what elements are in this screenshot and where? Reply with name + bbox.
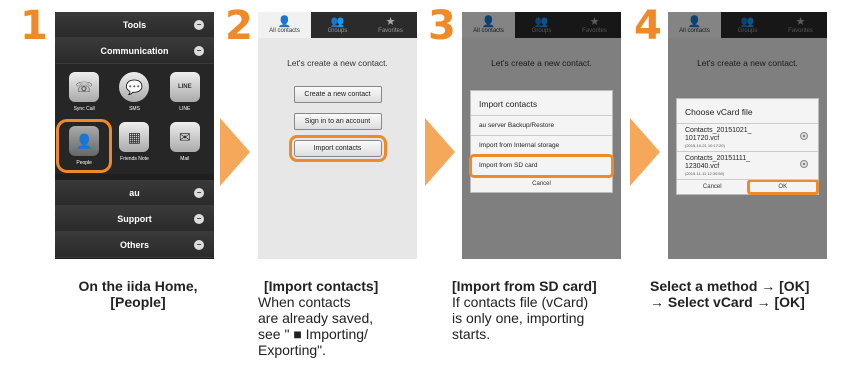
ok-button[interactable]: OK xyxy=(746,179,819,195)
screen-choose-vcard: 👤 All contacts 👥 Groups ★ Favorites Let's c… xyxy=(668,12,827,259)
person-icon: 👤 xyxy=(277,15,292,28)
vcard-file-item[interactable]: Contacts_20151111_ 123040.vcf (2015-11-1… xyxy=(677,152,818,180)
collapse-icon[interactable]: − xyxy=(194,188,204,198)
menu-au[interactable]: au − xyxy=(55,180,214,206)
step-number-2: 2 xyxy=(215,3,259,50)
step-number-1: 1 xyxy=(10,3,54,50)
collapse-icon[interactable]: − xyxy=(194,240,204,250)
screen-import-dialog: 👤 All contacts 👥 Groups ★ Favorites Let's c… xyxy=(462,12,621,259)
mail-icon: ✉ xyxy=(169,122,200,152)
tab-all-contacts[interactable]: 👤 All contacts xyxy=(258,12,311,38)
app-grid: ☏ Sync Call 💬 SMS LINE LINE 👤 People ▦ F… xyxy=(55,64,214,174)
menu-support[interactable]: Support − xyxy=(55,206,214,232)
empty-lead-text: Let's create a new contact. xyxy=(287,58,388,68)
people-icon: 👤 xyxy=(69,126,100,156)
menu-communication[interactable]: Communication − xyxy=(55,38,214,64)
next-arrow-icon xyxy=(220,118,250,186)
menu-others[interactable]: Others − xyxy=(55,232,214,258)
radio-icon[interactable] xyxy=(800,132,808,140)
step-number-3: 3 xyxy=(418,3,462,50)
app-people[interactable]: 👤 People xyxy=(55,119,113,173)
app-friends-note[interactable]: ▦ Friends Note xyxy=(109,122,159,170)
caption-step-2: [Import contacts] When contacts are alre… xyxy=(258,278,379,358)
sync-call-icon: ☏ xyxy=(69,72,100,102)
friends-note-icon: ▦ xyxy=(119,122,150,152)
star-icon: ★ xyxy=(385,15,396,28)
contacts-tabs: 👤 All contacts 👥 Groups ★ Favorites xyxy=(258,12,417,38)
dialog-title: Choose vCard file xyxy=(677,99,818,124)
collapse-icon[interactable]: − xyxy=(194,214,204,224)
option-sd-card[interactable]: Import from SD card xyxy=(469,154,614,178)
tab-groups[interactable]: 👥 Groups xyxy=(311,12,364,38)
dialog-title: Import contacts xyxy=(471,91,612,116)
line-icon: LINE xyxy=(169,72,200,102)
caption-step-1: On the iida Home, [People] xyxy=(78,278,198,310)
screen-iida-home: Tools − Communication − ☏ Sync Call 💬 SM… xyxy=(55,12,214,259)
sign-in-account-button[interactable]: Sign in to an account xyxy=(293,113,382,130)
caption-step-4: Select a method → [OK] → Select vCard → … xyxy=(650,278,810,310)
screen-contacts-empty: 👤 All contacts 👥 Groups ★ Favorites Let's c… xyxy=(258,12,417,259)
group-icon: 👥 xyxy=(330,15,345,28)
caption-step-3: [Import from SD card] If contacts file (… xyxy=(452,278,597,342)
next-arrow-icon xyxy=(630,118,660,186)
menu-tools[interactable]: Tools − xyxy=(55,12,214,38)
import-contacts-dialog: Import contacts au server Backup/Restore… xyxy=(469,90,614,193)
app-mail[interactable]: ✉ Mail xyxy=(160,122,210,170)
app-line[interactable]: LINE LINE xyxy=(160,72,210,112)
step-number-4: 4 xyxy=(624,3,668,50)
import-contacts-button[interactable]: Import contacts xyxy=(288,135,387,162)
tab-favorites[interactable]: ★ Favorites xyxy=(364,12,417,38)
vcard-file-item[interactable]: Contacts_20151021_ 101720.vcf (2015-10-2… xyxy=(677,124,818,152)
radio-icon[interactable] xyxy=(800,160,808,168)
next-arrow-icon xyxy=(425,118,455,186)
cancel-button[interactable]: Cancel xyxy=(677,180,748,194)
option-internal-storage[interactable]: Import from Internal storage xyxy=(471,136,612,156)
option-au-backup[interactable]: au server Backup/Restore xyxy=(471,116,612,136)
app-sms[interactable]: 💬 SMS xyxy=(109,72,159,112)
create-contact-button[interactable]: Create a new contact xyxy=(293,86,382,103)
collapse-icon[interactable]: − xyxy=(194,46,204,56)
cancel-button[interactable]: Cancel xyxy=(471,176,612,192)
choose-vcard-dialog: Choose vCard file Contacts_20151021_ 101… xyxy=(676,98,819,195)
sms-icon: 💬 xyxy=(119,72,150,102)
collapse-icon[interactable]: − xyxy=(194,20,204,30)
app-sync-call[interactable]: ☏ Sync Call xyxy=(59,72,109,112)
